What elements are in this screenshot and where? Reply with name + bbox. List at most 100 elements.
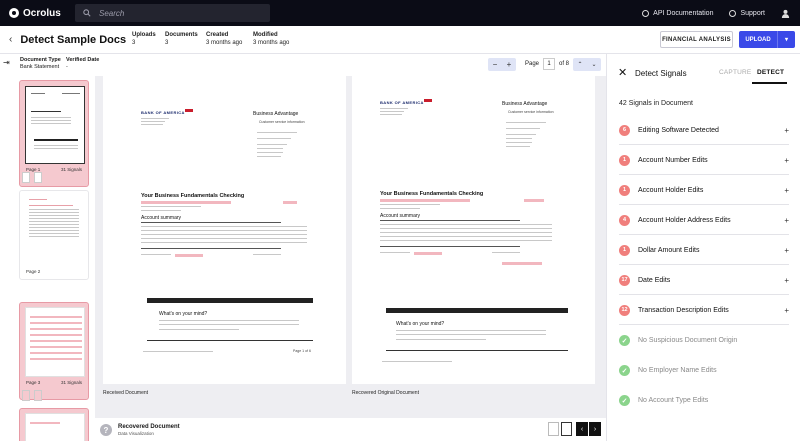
signal-label: Editing Software Detected — [638, 126, 719, 134]
signal-count-badge: 1 — [619, 184, 630, 196]
expand-plus-icon[interactable]: + — [784, 186, 789, 195]
mini-page-thumb[interactable] — [548, 422, 559, 436]
mini-thumb[interactable] — [22, 172, 30, 183]
check-icon: ✓ — [619, 395, 630, 406]
chevron-down-icon[interactable]: ▾ — [777, 31, 795, 48]
chevron-right-icon[interactable]: › — [589, 422, 601, 436]
recovered-document-subtitle: Data Visualization — [118, 431, 154, 436]
signal-label: No Suspicious Document Origin — [638, 337, 738, 344]
page-footer: Page 1 of 6 — [293, 349, 311, 353]
expand-plus-icon[interactable]: + — [784, 126, 789, 135]
customer-service-label: Customer service information — [259, 120, 305, 124]
thumbnail-page-1[interactable]: Page 1 31 Signals — [19, 80, 89, 187]
thumbnail-image — [25, 307, 85, 377]
chevron-down-icon[interactable]: ⌄ — [591, 61, 596, 68]
modified-value: 3 months ago — [253, 40, 290, 46]
thumbnail-page-3[interactable]: Page 3 31 Signals — [19, 302, 89, 400]
bank-name: BANK OF AMERICA — [380, 100, 424, 105]
modified-meta: Modified 3 months ago — [253, 31, 289, 47]
logo-icon — [9, 8, 19, 18]
signal-label: No Employer Name Edits — [638, 367, 717, 374]
thumbnail-signals-count: 31 Signals — [60, 380, 82, 385]
mini-thumb[interactable] — [34, 390, 42, 401]
checking-title: Your Business Fundamentals Checking — [380, 191, 484, 197]
signal-row: ✓ No Account Type Edits — [619, 386, 789, 415]
doc-type-value: Bank Statement — [20, 64, 60, 70]
zoom-controls: − + — [488, 58, 516, 71]
thumbnail-page-4[interactable] — [19, 408, 89, 441]
verified-date: Verified Date - — [66, 57, 99, 71]
back-arrow-icon[interactable]: ‹ — [9, 34, 12, 45]
expand-plus-icon[interactable]: + — [784, 246, 789, 255]
support-link[interactable]: Support — [729, 9, 765, 17]
signal-row: ✓ No Employer Name Edits — [619, 356, 789, 385]
checking-title: Your Business Fundamentals Checking — [141, 193, 245, 199]
customer-service-label: Customer service information — [508, 110, 554, 114]
expand-plus-icon[interactable]: + — [784, 276, 789, 285]
tab-detect[interactable]: DETECT — [757, 69, 784, 76]
business-advantage-label: Business Advantage — [253, 111, 299, 117]
signal-row[interactable]: 1 Account Number Edits + — [619, 146, 789, 175]
logo-text: Ocrolus — [23, 7, 61, 19]
signal-count-badge: 12 — [619, 304, 630, 316]
zoom-in-icon[interactable]: + — [507, 60, 512, 69]
signal-row[interactable]: 17 Date Edits + — [619, 266, 789, 295]
zoom-out-icon[interactable]: − — [493, 60, 498, 69]
signal-row: ✓ No Suspicious Document Origin — [619, 326, 789, 355]
support-label: Support — [740, 9, 765, 17]
signal-label: Account Number Edits — [638, 156, 708, 164]
documents-meta: Documents 3 — [165, 31, 198, 47]
api-docs-label: API Documentation — [653, 9, 714, 17]
signal-count-badge: 17 — [619, 274, 630, 286]
created-label: Created — [206, 32, 229, 38]
mini-thumb[interactable] — [22, 390, 30, 401]
check-icon: ✓ — [619, 365, 630, 376]
mini-page-thumb-selected[interactable] — [561, 422, 572, 436]
thumbnail-page-2[interactable]: Page 2 — [19, 190, 89, 280]
api-docs-link[interactable]: API Documentation — [642, 9, 714, 17]
top-nav: Ocrolus Search API Documentation Support — [0, 0, 800, 26]
signal-row[interactable]: 4 Account Holder Address Edits + — [619, 206, 789, 235]
signal-label: Account Holder Edits — [638, 186, 704, 194]
user-icon[interactable] — [781, 9, 790, 18]
panel-title: Detect Signals — [635, 69, 687, 78]
whats-on-mind-label: What's on your mind? — [396, 321, 445, 327]
account-summary-label: Account summary — [141, 215, 182, 221]
signal-row[interactable]: 12 Transaction Description Edits + — [619, 296, 789, 325]
page-label: Page — [525, 61, 540, 67]
upload-label: UPLOAD — [745, 36, 771, 43]
signal-row[interactable]: 6 Editing Software Detected + — [619, 116, 789, 145]
search-input[interactable]: Search — [75, 4, 270, 22]
signal-row[interactable]: 1 Dollar Amount Edits + — [619, 236, 789, 265]
thumbnail-signals-count: 31 Signals — [60, 167, 82, 172]
collapse-sidebar-icon[interactable]: ⇥ — [3, 58, 10, 67]
page-nav: ⌃ ⌄ — [573, 58, 601, 71]
thumbnail-page-label: Page 3 — [26, 380, 41, 385]
verified-date-label: Verified Date — [66, 57, 100, 63]
expand-plus-icon[interactable]: + — [784, 306, 789, 315]
signal-count-badge: 6 — [619, 124, 630, 136]
page-of-label: of 8 — [559, 61, 570, 67]
recovered-document-title: Recovered Document — [118, 424, 180, 430]
received-document-caption: Received Document — [103, 390, 149, 396]
financial-analysis-button[interactable]: FINANCIAL ANALYSIS — [660, 31, 733, 48]
question-icon[interactable]: ? — [100, 424, 112, 436]
mini-thumb[interactable] — [34, 172, 42, 183]
logo[interactable]: Ocrolus — [9, 8, 61, 19]
chevron-left-icon[interactable]: ‹ — [576, 422, 588, 436]
expand-plus-icon[interactable]: + — [784, 216, 789, 225]
modified-label: Modified — [253, 32, 278, 38]
verified-date-value: - — [66, 64, 68, 70]
tab-capture[interactable]: CAPTURE — [719, 69, 751, 76]
business-advantage-label: Business Advantage — [502, 101, 548, 107]
bank-logo-icon — [185, 109, 193, 112]
page-title: Detect Sample Docs — [20, 33, 127, 46]
signal-row[interactable]: 1 Account Holder Edits + — [619, 176, 789, 205]
search-placeholder: Search — [99, 8, 125, 18]
close-icon[interactable]: ✕ — [618, 66, 627, 79]
chevron-up-icon[interactable]: ⌃ — [577, 61, 582, 68]
expand-plus-icon[interactable]: + — [784, 156, 789, 165]
upload-button[interactable]: UPLOAD ▾ — [739, 31, 795, 48]
tab-active-indicator — [752, 82, 787, 84]
page-number-input[interactable]: 1 — [543, 58, 556, 70]
